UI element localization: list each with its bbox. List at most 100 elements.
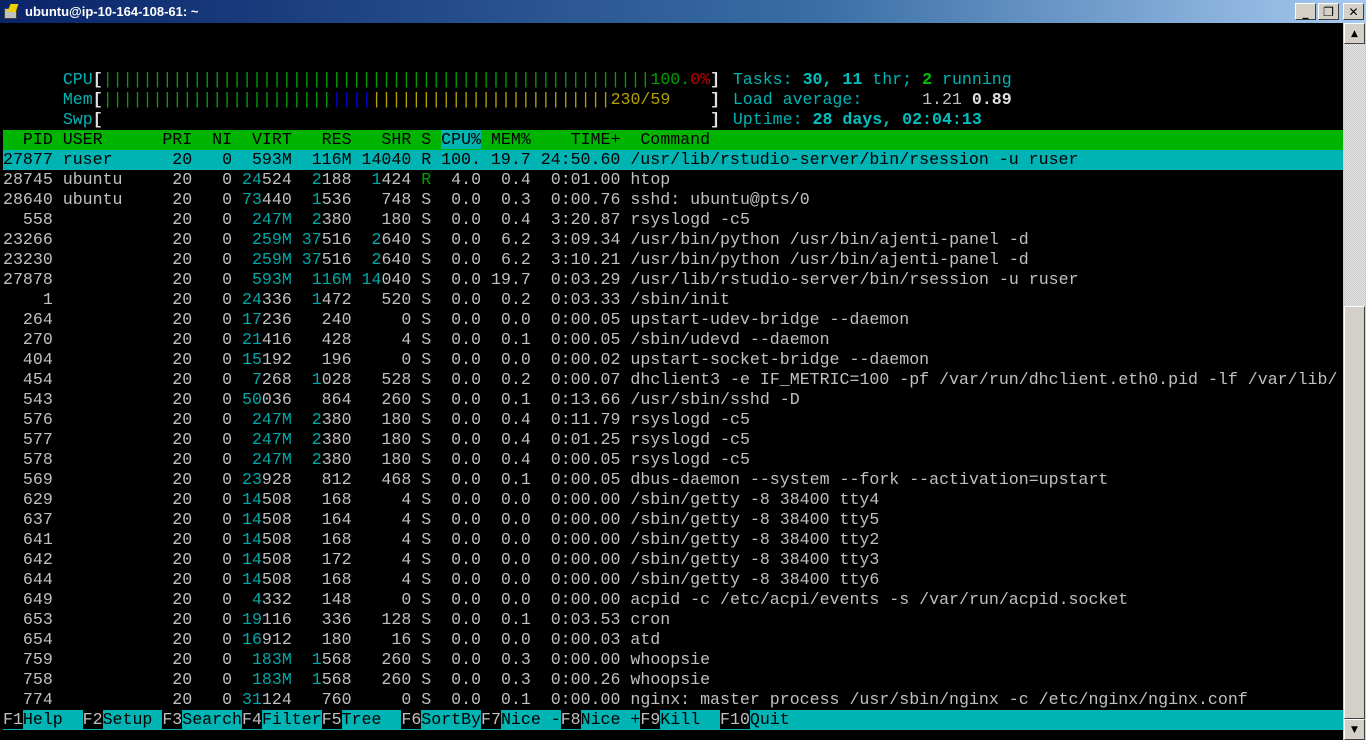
row-text: 654 20 0 16912 180 16 S 0.0 0.0 0:00.03 … xyxy=(3,630,661,649)
table-row[interactable]: 576 20 0 247M 2380 180 S 0.0 0.4 0:11.79… xyxy=(0,410,1340,430)
row-text: 28640 ubuntu 20 0 73440 1536 748 S 0.0 0… xyxy=(3,190,810,209)
fkey-f5-label[interactable]: Tree xyxy=(341,710,402,729)
row-text: 454 20 0 7268 1028 528 S 0.0 0.2 0:00.07… xyxy=(3,370,1338,389)
row-text: 23230 20 0 259M 37516 2640 S 0.0 6.2 3:1… xyxy=(3,250,1029,269)
fkey-f9-label[interactable]: Kill xyxy=(660,710,721,729)
fkey-f9[interactable]: F9 xyxy=(640,710,661,729)
table-row[interactable]: 758 20 0 183M 1568 260 S 0.0 0.3 0:00.26… xyxy=(0,670,1340,690)
process-table-header: PID USER PRI NI VIRT RES SHR S CPU% MEM%… xyxy=(3,130,1343,150)
row-text: 27878 20 0 593M 116M 14040 S 0.0 19.7 0:… xyxy=(3,270,1079,289)
row-text: 577 20 0 247M 2380 180 S 0.0 0.4 0:01.25… xyxy=(3,430,750,449)
table-row[interactable]: 264 20 0 17236 240 0 S 0.0 0.0 0:00.05 u… xyxy=(0,310,1340,330)
row-text: 644 20 0 14508 168 4 S 0.0 0.0 0:00.00 /… xyxy=(3,570,880,589)
table-row-selected[interactable]: 27877 ruser 20 0 593M 116M 14040 R 100. … xyxy=(3,150,1343,170)
row-text: 653 20 0 19116 336 128 S 0.0 0.1 0:03.53… xyxy=(3,610,671,629)
tasks-summary: Tasks: 30, 11 thr; 2 running xyxy=(693,50,1012,89)
fkey-f3-label[interactable]: Search xyxy=(182,710,243,729)
table-row[interactable]: 642 20 0 14508 172 4 S 0.0 0.0 0:00.00 /… xyxy=(0,550,1340,570)
fkey-f5[interactable]: F5 xyxy=(321,710,342,729)
window-titlebar: ubuntu@ip-10-164-108-61: ~ _ ❐ ✕ xyxy=(0,0,1366,23)
fkey-f6-label[interactable]: SortBy xyxy=(421,710,482,729)
header-sort-column[interactable]: CPU% xyxy=(441,130,481,149)
cpu-meter: CPU[||||||||||||||||||||||||||||||||||||… xyxy=(62,70,721,89)
close-icon: ✕ xyxy=(1348,4,1359,19)
row-text: 27877 ruser 20 0 593M 116M 14040 R 100. … xyxy=(3,150,1079,169)
fkey-f3[interactable]: F3 xyxy=(162,710,183,729)
fkey-f8-label[interactable]: Nice + xyxy=(580,710,641,729)
table-row[interactable]: 629 20 0 14508 168 4 S 0.0 0.0 0:00.00 /… xyxy=(0,490,1340,510)
scroll-down-icon: ▼ xyxy=(1351,724,1358,735)
fkey-f10-label[interactable]: Quit xyxy=(749,710,790,729)
table-row[interactable]: 641 20 0 14508 168 4 S 0.0 0.0 0:00.00 /… xyxy=(0,530,1340,550)
row-text: 543 20 0 50036 864 260 S 0.0 0.1 0:13.66… xyxy=(3,390,800,409)
table-row[interactable]: 28640 ubuntu 20 0 73440 1536 748 S 0.0 0… xyxy=(0,190,1340,210)
uptime: Uptime: 28 days, 02:04:13 xyxy=(693,90,982,129)
table-row[interactable]: 774 20 0 31124 760 0 S 0.0 0.1 0:00.00 n… xyxy=(0,690,1340,710)
row-text: 759 20 0 183M 1568 260 S 0.0 0.3 0:00.00… xyxy=(3,650,711,669)
table-row[interactable]: 637 20 0 14508 164 4 S 0.0 0.0 0:00.00 /… xyxy=(0,510,1340,530)
table-row[interactable]: 578 20 0 247M 2380 180 S 0.0 0.4 0:00.05… xyxy=(0,450,1340,470)
row-text: 637 20 0 14508 164 4 S 0.0 0.0 0:00.00 /… xyxy=(3,510,880,529)
row-text: 569 20 0 23928 812 468 S 0.0 0.1 0:00.05… xyxy=(3,470,1109,489)
close-button[interactable]: ✕ xyxy=(1343,3,1364,20)
uptime-value: 28 days, 02:04:13 xyxy=(812,110,982,129)
row-text: 649 20 0 4332 148 0 S 0.0 0.0 0:00.00 ac… xyxy=(3,590,1129,609)
minimize-button[interactable]: _ xyxy=(1295,3,1316,20)
scrollbar-track[interactable] xyxy=(1344,44,1365,306)
fkey-f1-label[interactable]: Help xyxy=(22,710,83,729)
row-text: 404 20 0 15192 196 0 S 0.0 0.0 0:00.02 u… xyxy=(3,350,930,369)
table-row[interactable]: 27878 20 0 593M 116M 14040 S 0.0 19.7 0:… xyxy=(0,270,1340,290)
fkey-f7[interactable]: F7 xyxy=(481,710,501,729)
uptime-label: Uptime: xyxy=(732,110,813,129)
fkey-f10[interactable]: F10 xyxy=(720,710,750,729)
restore-icon: ❐ xyxy=(1323,4,1334,19)
vertical-scrollbar[interactable]: ▲ ▼ xyxy=(1343,23,1366,740)
fkey-f4[interactable]: F4 xyxy=(242,710,262,729)
row-text: 578 20 0 247M 2380 180 S 0.0 0.4 0:00.05… xyxy=(3,450,750,469)
table-row[interactable]: 543 20 0 50036 864 260 S 0.0 0.1 0:13.66… xyxy=(0,390,1340,410)
scroll-up-icon: ▲ xyxy=(1351,28,1358,39)
row-text: 558 20 0 247M 2380 180 S 0.0 0.4 3:20.87… xyxy=(3,210,750,229)
table-row[interactable]: 454 20 0 7268 1028 528 S 0.0 0.2 0:00.07… xyxy=(0,370,1340,390)
table-row[interactable]: 270 20 0 21416 428 4 S 0.0 0.1 0:00.05 /… xyxy=(0,330,1340,350)
restore-button[interactable]: ❐ xyxy=(1318,3,1339,20)
table-row[interactable]: 644 20 0 14508 168 4 S 0.0 0.0 0:00.00 /… xyxy=(0,570,1340,590)
minimize-icon: _ xyxy=(1302,4,1309,19)
swap-meter-bar xyxy=(103,110,710,129)
putty-terminal-icon[interactable] xyxy=(3,3,19,20)
header-columns[interactable]: PID USER PRI NI VIRT RES SHR S xyxy=(3,130,441,149)
fkey-f6[interactable]: F6 xyxy=(401,710,422,729)
scroll-up-button[interactable]: ▲ xyxy=(1344,23,1365,44)
row-text: 23266 20 0 259M 37516 2640 S 0.0 6.2 3:0… xyxy=(3,230,1029,249)
fkey-f2[interactable]: F2 xyxy=(82,710,103,729)
scrollbar-thumb[interactable] xyxy=(1344,306,1365,719)
fkey-f1[interactable]: F1 xyxy=(3,710,23,729)
fkey-f7-label[interactable]: Nice - xyxy=(500,710,561,729)
row-text: 1 20 0 24336 1472 520 S 0.0 0.2 0:03.33 … xyxy=(3,290,730,309)
table-row[interactable]: 404 20 0 15192 196 0 S 0.0 0.0 0:00.02 u… xyxy=(0,350,1340,370)
table-row[interactable]: 569 20 0 23928 812 468 S 0.0 0.1 0:00.05… xyxy=(0,470,1340,490)
fkey-f8[interactable]: F8 xyxy=(560,710,581,729)
swap-meter-label: Swp xyxy=(62,110,93,129)
row-text: 270 20 0 21416 428 4 S 0.0 0.1 0:00.05 /… xyxy=(3,330,830,349)
row-text: 774 20 0 31124 760 0 S 0.0 0.1 0:00.00 n… xyxy=(3,690,1248,709)
table-row[interactable]: 28745 ubuntu 20 0 24524 2188 1424 R 4.0 … xyxy=(0,170,1340,190)
table-row[interactable]: 653 20 0 19116 336 128 S 0.0 0.1 0:03.53… xyxy=(0,610,1340,630)
table-row[interactable]: 558 20 0 247M 2380 180 S 0.0 0.4 3:20.87… xyxy=(0,210,1340,230)
table-row[interactable]: 654 20 0 16912 180 16 S 0.0 0.0 0:00.03 … xyxy=(0,630,1340,650)
row-text: 264 20 0 17236 240 0 S 0.0 0.0 0:00.05 u… xyxy=(3,310,910,329)
swap-meter: Swp[ ] xyxy=(62,110,721,129)
fkey-f4-label[interactable]: Filter xyxy=(261,710,322,729)
row-text: 576 20 0 247M 2380 180 S 0.0 0.4 0:11.79… xyxy=(3,410,750,429)
table-row[interactable]: 649 20 0 4332 148 0 S 0.0 0.0 0:00.00 ac… xyxy=(0,590,1340,610)
terminal-area[interactable]: CPU[||||||||||||||||||||||||||||||||||||… xyxy=(0,23,1343,740)
header-columns-rest[interactable]: MEM% TIME+ Command xyxy=(481,130,710,149)
table-row[interactable]: 759 20 0 183M 1568 260 S 0.0 0.3 0:00.00… xyxy=(0,650,1340,670)
row-text: 758 20 0 183M 1568 260 S 0.0 0.3 0:00.26… xyxy=(3,670,711,689)
scroll-down-button[interactable]: ▼ xyxy=(1344,719,1365,740)
table-row[interactable]: 1 20 0 24336 1472 520 S 0.0 0.2 0:03.33 … xyxy=(0,290,1340,310)
table-row[interactable]: 23230 20 0 259M 37516 2640 S 0.0 6.2 3:1… xyxy=(0,250,1340,270)
fkey-f2-label[interactable]: Setup xyxy=(102,710,163,729)
table-row[interactable]: 577 20 0 247M 2380 180 S 0.0 0.4 0:01.25… xyxy=(0,430,1340,450)
table-row[interactable]: 23266 20 0 259M 37516 2640 S 0.0 6.2 3:0… xyxy=(0,230,1340,250)
